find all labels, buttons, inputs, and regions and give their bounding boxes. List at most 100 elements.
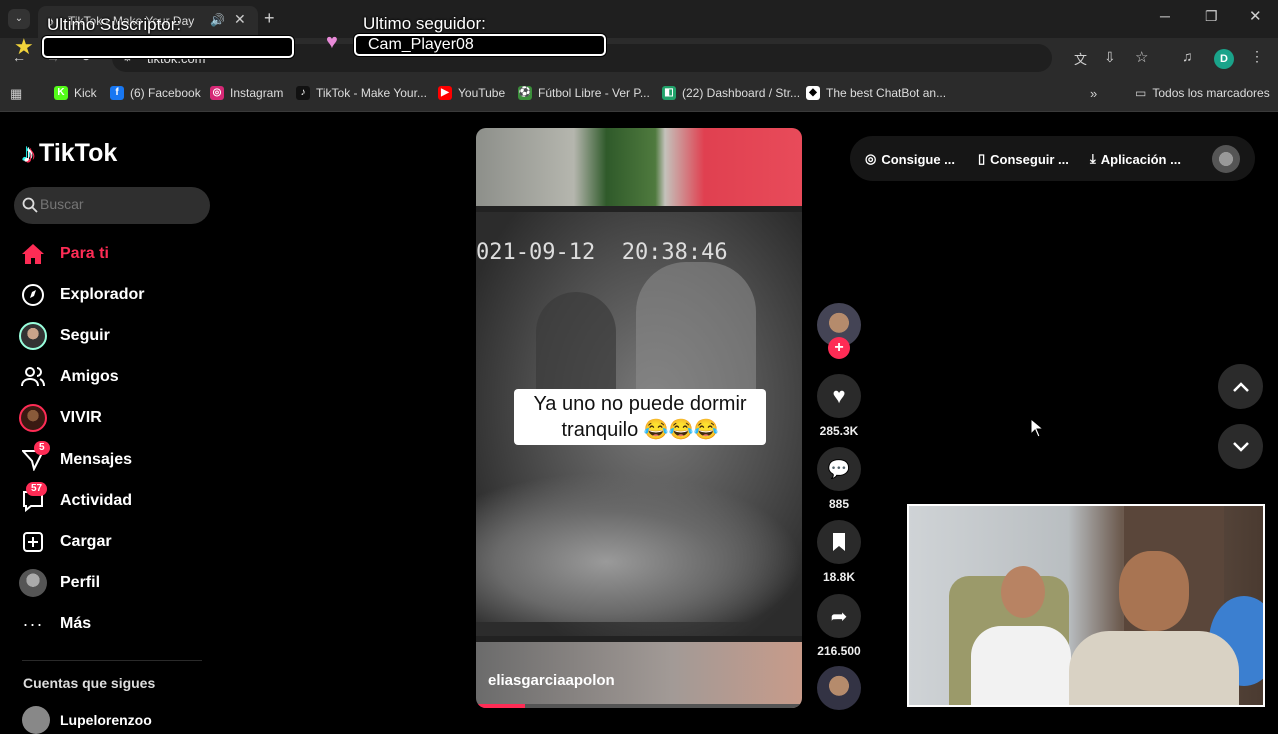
person-right (1069, 551, 1239, 705)
following-avatar (22, 706, 50, 734)
star-icon: ★ (14, 34, 34, 59)
bookmark-football[interactable]: ⚽ Fútbol Libre - Ver P... (518, 86, 650, 100)
sidebar-item-label: VIVIR (60, 409, 102, 426)
next-video-button[interactable] (1218, 424, 1263, 469)
home-icon (18, 239, 48, 269)
activity-icon: 57 (18, 482, 48, 516)
creator-avatar[interactable]: + (816, 303, 862, 359)
following-avatar-icon (18, 321, 48, 351)
bookmark-tiktok[interactable]: ♪ TikTok - Make Your... (296, 86, 427, 100)
user-avatar[interactable] (1212, 145, 1240, 173)
like-action[interactable]: ♥ 285.3K (816, 374, 862, 438)
desktop-app-pill[interactable]: ⤓ Aplicación ... (1090, 151, 1181, 167)
all-bookmarks-folder[interactable]: ▭ Todos los marcadores (1135, 86, 1270, 100)
messages-icon: 5 (18, 441, 50, 475)
notification-badge: 5 (34, 441, 50, 455)
tiktok-logo[interactable]: ♪ TikTok (22, 138, 117, 169)
bookmark-kick[interactable]: K Kick (54, 86, 97, 100)
facebook-icon: f (110, 86, 124, 100)
sidebar-item-amigos[interactable]: Amigos (18, 361, 208, 393)
search-input[interactable] (40, 196, 200, 212)
subscriber-box (42, 36, 294, 58)
sidebar-item-ms[interactable]: ··· Más (18, 608, 208, 640)
following-account-name: Lupelorenzoo (60, 712, 152, 728)
coins-label: Consigue ... (881, 151, 956, 167)
save-count: 18.8K (822, 570, 856, 584)
profile-initial: D (1220, 53, 1228, 65)
browser-menu-icon[interactable]: ⋮ (1250, 48, 1264, 65)
get-app-pill[interactable]: ▯ Conseguir ... (978, 151, 1069, 167)
bookmark-label: YouTube (458, 86, 506, 100)
close-window-button[interactable]: ✕ (1249, 7, 1262, 25)
coins-pill[interactable]: ◎ Consigue ... (865, 151, 955, 167)
sidebar-item-seguir[interactable]: Seguir (18, 320, 208, 352)
sidebar-item-actividad[interactable]: 57 Actividad (18, 482, 208, 517)
chevron-up-icon (1232, 381, 1249, 392)
bookmark-label: Fútbol Libre - Ver P... (538, 86, 650, 100)
previous-video-button[interactable] (1218, 364, 1263, 409)
sidebar-item-perfil[interactable]: Perfil (18, 567, 208, 599)
folder-icon: ▭ (1135, 86, 1147, 100)
search-icon (22, 197, 38, 213)
upload-icon (18, 527, 48, 557)
like-button[interactable]: ♥ (817, 374, 861, 418)
bookmark-label: Instagram (230, 86, 284, 100)
sidebar-item-mensajes[interactable]: 5 Mensajes (18, 441, 208, 476)
sidebar-item-parati[interactable]: Para ti (18, 238, 208, 270)
share-action[interactable]: ➦ 216.500 (816, 594, 862, 658)
bookmark-star-icon[interactable]: ☆ (1135, 48, 1148, 66)
dashboard-icon: ◧ (662, 86, 676, 100)
more-bookmarks-icon[interactable]: » (1090, 86, 1097, 101)
comment-action[interactable]: 💬 885 (816, 447, 862, 511)
bookmark-label: The best ChatBot an... (826, 86, 947, 100)
desktop-app-label: Aplicación ... (1100, 151, 1181, 167)
bookmark-youtube[interactable]: ▶ YouTube (438, 86, 505, 100)
tab-search-button[interactable]: ⌄ (8, 9, 30, 29)
like-count: 285.3K (819, 424, 859, 438)
bookmark-instagram[interactable]: ◎ Instagram (210, 86, 283, 100)
follow-plus-icon[interactable]: + (828, 337, 850, 359)
progress-bar[interactable] (476, 704, 802, 708)
translate-icon[interactable]: 文 (1074, 49, 1087, 68)
bookmark-chatbot[interactable]: ◆ The best ChatBot an... (806, 86, 946, 100)
logo-text: TikTok (39, 139, 118, 167)
follower-label: Ultimo seguidor: (363, 14, 486, 33)
sidebar-item-label: Amigos (60, 368, 119, 385)
close-tab-icon[interactable]: ✕ (234, 11, 246, 28)
more-icon: ··· (22, 613, 44, 634)
bookmark-label: (22) Dashboard / Str... (682, 86, 801, 100)
heart-icon: ♥ (326, 31, 338, 53)
apps-grid-icon[interactable]: ▦ (10, 86, 22, 102)
chatbot-icon: ◆ (806, 86, 820, 100)
bookmark-facebook[interactable]: f (6) Facebook (110, 86, 201, 100)
browser-tab-strip: ⌄ ♪ TikTok - Make Your Day 🔊 ✕ + ─ ❐ ✕ (0, 0, 1278, 38)
sound-disc[interactable] (816, 666, 862, 710)
restore-button[interactable]: ❐ (1205, 8, 1218, 25)
search-box[interactable] (14, 187, 210, 224)
video-username[interactable]: eliasgarciaapolon (488, 672, 615, 689)
save-action[interactable]: 18.8K (816, 520, 862, 584)
sidebar-item-vivir[interactable]: VIVIR (18, 402, 208, 434)
instagram-icon: ◎ (210, 86, 224, 100)
sidebar-item-label: Actividad (60, 492, 133, 509)
share-button[interactable]: ➦ (817, 594, 861, 638)
sidebar-item-cargar[interactable]: Cargar (18, 526, 208, 558)
profile-avatar[interactable]: D (1214, 49, 1234, 69)
minimize-button[interactable]: ─ (1160, 8, 1170, 24)
media-controls-icon[interactable]: ♫ (1182, 48, 1193, 64)
following-heading: Cuentas que sigues (23, 675, 156, 691)
all-bookmarks-label: Todos los marcadores (1152, 86, 1270, 100)
video-caption: Ya uno no puede dormir tranquilo 😂😂😂 (514, 389, 766, 445)
subscriber-label: Ultimo Suscriptor: (47, 15, 182, 34)
speaker-icon[interactable]: 🔊 (210, 13, 225, 27)
sidebar-item-label: Seguir (60, 327, 110, 344)
bookmark-dashboard[interactable]: ◧ (22) Dashboard / Str... (662, 86, 800, 100)
save-button[interactable] (817, 520, 861, 564)
sidebar-item-explorador[interactable]: Explorador (18, 279, 208, 311)
new-tab-button[interactable]: + (264, 8, 275, 29)
following-account[interactable]: Lupelorenzoo (22, 706, 152, 734)
comment-button[interactable]: 💬 (817, 447, 861, 491)
sidebar-item-label: Explorador (60, 286, 145, 303)
install-app-icon[interactable]: ⇩ (1104, 49, 1116, 66)
football-icon: ⚽ (518, 86, 532, 100)
